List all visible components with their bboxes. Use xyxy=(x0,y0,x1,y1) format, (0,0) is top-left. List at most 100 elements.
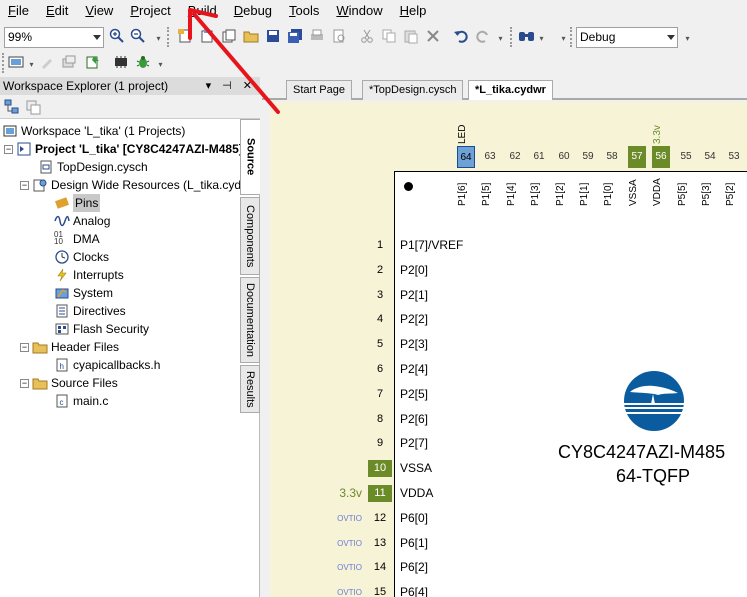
zoom-out-icon[interactable] xyxy=(129,27,147,45)
menu-file[interactable]: File xyxy=(0,0,38,22)
top-pin-number[interactable]: 58 xyxy=(603,146,621,168)
header-file-label: cyapicallbacks.h xyxy=(73,358,161,372)
build-icon[interactable] xyxy=(60,53,78,71)
top-pin-number[interactable]: 61 xyxy=(530,146,548,168)
menu-edit[interactable]: Edit xyxy=(38,0,77,22)
tab-cydwr[interactable]: *L_tika.cydwr xyxy=(468,80,553,100)
generate-icon[interactable] xyxy=(84,53,102,71)
clean-icon[interactable] xyxy=(38,53,56,71)
debug-icon[interactable] xyxy=(134,53,152,71)
left-pin-number[interactable]: 6 xyxy=(368,361,392,378)
explorer-collapse-icon[interactable] xyxy=(24,98,42,116)
tree-dwr-interrupts[interactable]: Interrupts xyxy=(54,266,124,284)
top-pin-number[interactable]: 60 xyxy=(555,146,573,168)
tree-source-file[interactable]: c main.c xyxy=(54,392,108,410)
tree-topdesign[interactable]: TopDesign.cysch xyxy=(38,158,148,176)
left-pin-number[interactable]: 5 xyxy=(368,336,392,353)
tab-components[interactable]: Components xyxy=(240,197,260,275)
left-pin-name: P2[1] xyxy=(400,288,429,302)
find-icon[interactable] xyxy=(518,27,536,45)
left-pin-name: P6[0] xyxy=(400,511,429,525)
top-pin-number[interactable]: 64 xyxy=(457,146,475,168)
left-pin-number[interactable]: 14 xyxy=(368,559,392,576)
tab-documentation[interactable]: Documentation xyxy=(240,277,260,363)
top-pin-name: P1[4] xyxy=(506,182,517,206)
menu-project[interactable]: Project xyxy=(122,0,179,22)
tree-dwr-analog[interactable]: Analog xyxy=(54,212,110,230)
undo-icon[interactable] xyxy=(452,27,470,45)
redo-icon[interactable] xyxy=(474,27,492,45)
left-pin-number[interactable]: 10 xyxy=(368,460,392,477)
left-pin-number[interactable]: 3 xyxy=(368,287,392,304)
top-pin-number[interactable]: 54 xyxy=(701,146,719,168)
top-pin-name: P5[2] xyxy=(725,182,736,206)
tab-source[interactable]: Source xyxy=(240,119,260,195)
tree-header-file[interactable]: h cyapicallbacks.h xyxy=(54,356,160,374)
left-pin-number[interactable]: 13 xyxy=(368,535,392,552)
device-selector-icon[interactable] xyxy=(8,53,26,71)
paste-icon[interactable] xyxy=(402,27,420,45)
print-preview-icon[interactable] xyxy=(330,27,348,45)
top-pin-number[interactable]: 62 xyxy=(506,146,524,168)
left-pin-number[interactable]: 12 xyxy=(368,510,392,527)
toolbar-grip[interactable] xyxy=(167,27,171,47)
left-pin-number[interactable]: 7 xyxy=(368,386,392,403)
collapse-toggle[interactable]: − xyxy=(4,144,13,154)
tree-dwr-dma[interactable]: 01 10 DMA xyxy=(54,230,100,248)
toolbar-grip[interactable] xyxy=(510,27,514,47)
explorer-tree-icon[interactable] xyxy=(3,98,21,116)
toolbar-overflow-icon[interactable]: ▾ xyxy=(497,27,504,47)
collapse-toggle[interactable]: − xyxy=(20,342,29,352)
cut-icon[interactable] xyxy=(358,27,376,45)
top-pin-number[interactable]: 56 xyxy=(652,146,670,168)
device-dropdown-icon[interactable]: ▾ xyxy=(28,53,35,73)
toolbar-overflow-icon[interactable]: ▾ xyxy=(560,27,567,47)
tree-dwr-directives[interactable]: Directives xyxy=(54,302,126,320)
tab-results[interactable]: Results xyxy=(240,365,260,413)
explorer-title: Workspace Explorer (1 project) xyxy=(3,79,169,93)
tree-project[interactable]: − Project 'L_tika' [CY8C4247AZI-M485] xyxy=(4,140,243,158)
left-pin-number[interactable]: 11 xyxy=(368,485,392,502)
zoom-in-icon[interactable] xyxy=(108,27,126,45)
left-pin-number[interactable]: 1 xyxy=(368,237,392,254)
tree-source-files[interactable]: − Source Files xyxy=(20,374,118,392)
toolbar-grip[interactable] xyxy=(2,53,6,73)
collapse-toggle[interactable]: − xyxy=(20,180,29,190)
tree-header-files[interactable]: − Header Files xyxy=(20,338,119,356)
tree-workspace[interactable]: Workspace 'L_tika' (1 Projects) xyxy=(2,122,185,140)
left-pin-number[interactable]: 9 xyxy=(368,435,392,452)
zoom-combo[interactable]: 99% xyxy=(4,27,104,48)
program-icon[interactable] xyxy=(112,53,130,71)
top-pin-number[interactable]: 53 xyxy=(725,146,743,168)
print-icon[interactable] xyxy=(308,27,326,45)
tab-topdesign[interactable]: *TopDesign.cysch xyxy=(362,80,464,100)
tree-dwr-clocks[interactable]: Clocks xyxy=(54,248,109,266)
tree-dwr-pins[interactable]: Pins xyxy=(54,194,101,212)
top-pin-number[interactable]: 57 xyxy=(628,146,646,168)
delete-icon[interactable] xyxy=(424,27,442,45)
left-pin-number[interactable]: 15 xyxy=(368,584,392,597)
collapse-toggle[interactable]: − xyxy=(20,378,29,388)
tab-documentation-label: Documentation xyxy=(244,283,256,357)
menu-help[interactable]: Help xyxy=(392,0,436,22)
toolbar-overflow-icon[interactable]: ▾ xyxy=(157,53,164,73)
left-pin-number[interactable]: 4 xyxy=(368,311,392,328)
left-pin-number[interactable]: 2 xyxy=(368,262,392,279)
top-pin-number[interactable]: 63 xyxy=(481,146,499,168)
toolbar-overflow-icon[interactable]: ▾ xyxy=(684,27,691,47)
left-pin-number[interactable]: 8 xyxy=(368,411,392,428)
build-config-combo[interactable]: Debug xyxy=(576,27,678,48)
menu-view[interactable]: View xyxy=(77,0,122,22)
tree-dwr-system[interactable]: System xyxy=(54,284,113,302)
top-pin-number[interactable]: 55 xyxy=(677,146,695,168)
tree-dwr[interactable]: − Design Wide Resources (L_tika.cydwr) xyxy=(20,176,258,194)
menu-window[interactable]: Window xyxy=(328,0,391,22)
tree-dwr-flash-security[interactable]: Flash Security xyxy=(54,320,149,338)
copy-icon[interactable] xyxy=(380,27,398,45)
toolbar-grip[interactable] xyxy=(570,27,574,47)
side-tabs: Source Components Documentation Results xyxy=(240,119,260,419)
tab-start-page[interactable]: Start Page xyxy=(286,80,352,100)
toolbar-overflow-icon[interactable]: ▾ xyxy=(155,27,162,47)
find-dropdown-icon[interactable]: ▾ xyxy=(538,27,545,47)
top-pin-number[interactable]: 59 xyxy=(579,146,597,168)
